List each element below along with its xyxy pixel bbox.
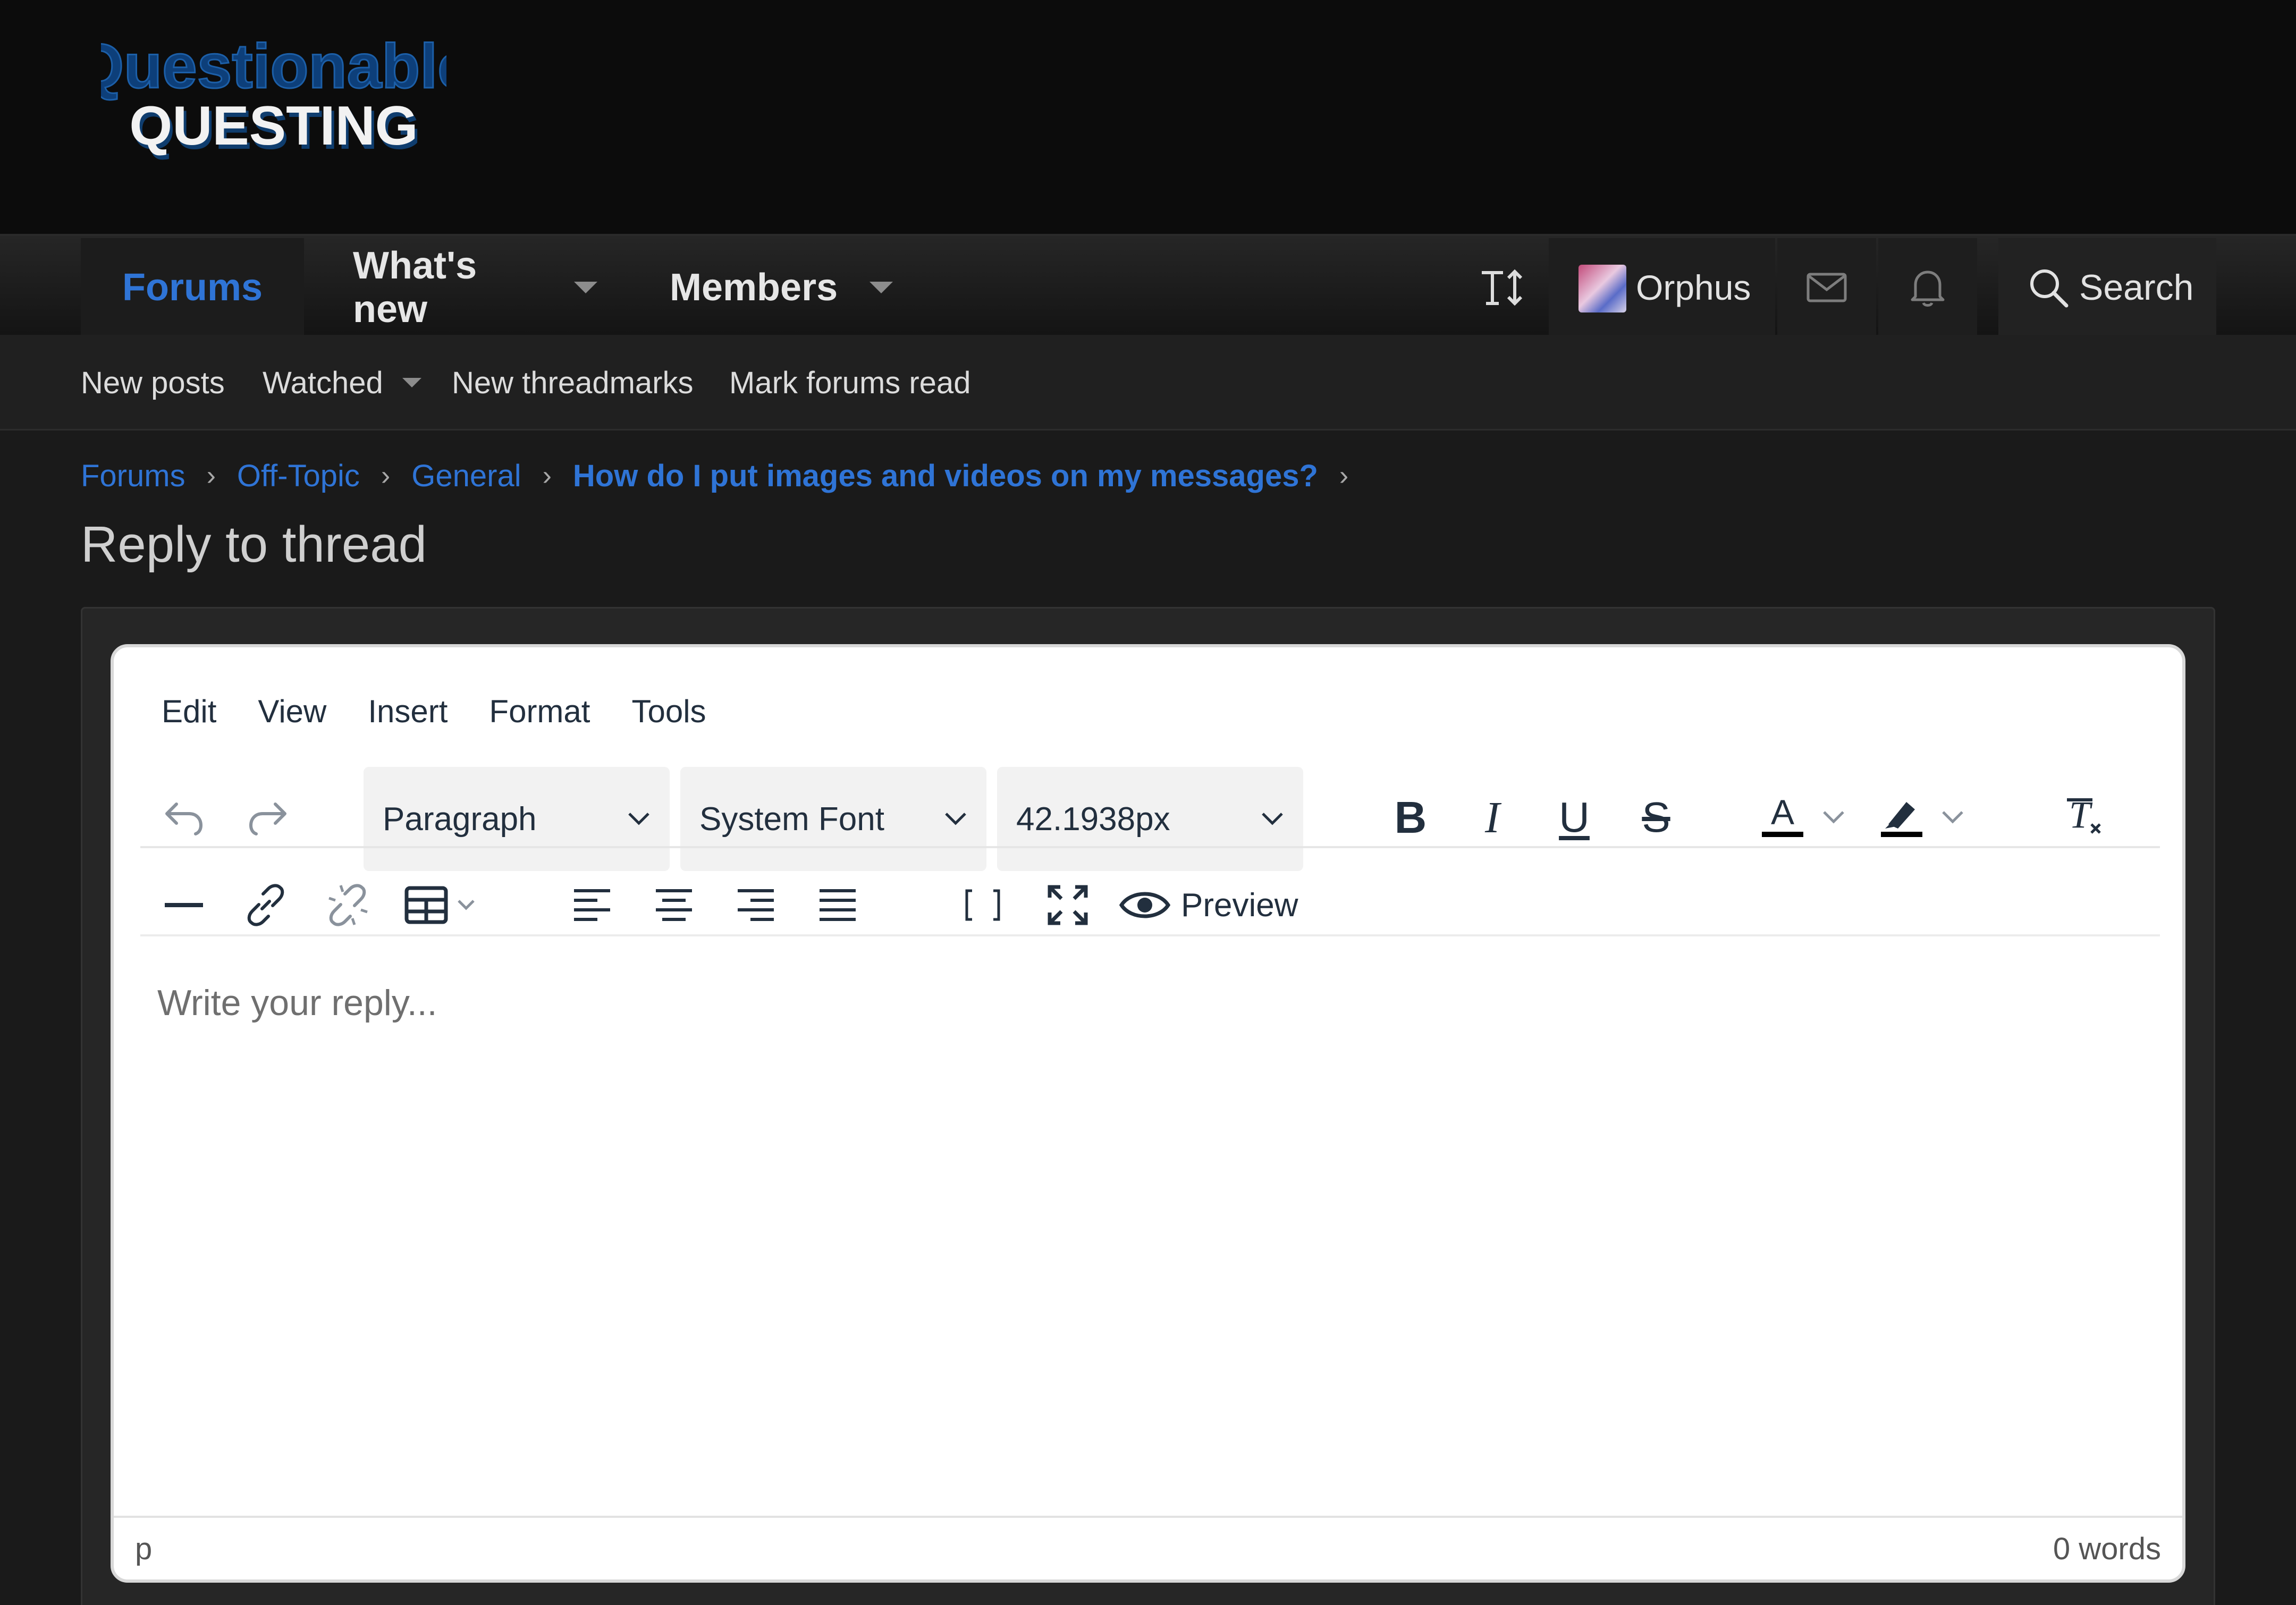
bell-icon bbox=[1878, 238, 1977, 337]
tab-forums-label: Forums bbox=[122, 266, 263, 309]
align-left-icon[interactable] bbox=[560, 865, 624, 945]
preview-label: Preview bbox=[1181, 886, 1298, 924]
menu-insert[interactable]: Insert bbox=[368, 693, 448, 730]
menu-tools[interactable]: Tools bbox=[631, 693, 706, 730]
redo-icon[interactable] bbox=[236, 780, 300, 855]
chevron-down-icon[interactable] bbox=[1818, 780, 1850, 855]
bbcode-toggle-icon[interactable] bbox=[948, 865, 1017, 945]
alerts-button[interactable] bbox=[1878, 238, 1977, 337]
subnav-watched[interactable]: Watched bbox=[263, 335, 421, 430]
font-family-value: System Font bbox=[699, 800, 884, 838]
tab-forums[interactable]: Forums bbox=[81, 238, 304, 337]
word-count[interactable]: 0 words bbox=[2053, 1531, 2161, 1567]
toolbar-divider bbox=[140, 846, 2160, 848]
search-icon bbox=[2028, 267, 2069, 308]
subnav-mark-forums-read[interactable]: Mark forums read bbox=[729, 335, 970, 430]
menu-view[interactable]: View bbox=[258, 693, 326, 730]
tab-members[interactable]: Members bbox=[670, 238, 893, 337]
clear-formatting-icon[interactable]: T bbox=[2048, 780, 2123, 855]
editor-statusbar: p 0 words bbox=[114, 1516, 2182, 1579]
page-title: Reply to thread bbox=[81, 516, 427, 573]
subnav-new-posts[interactable]: New posts bbox=[81, 335, 225, 430]
editor-placeholder: Write your reply... bbox=[157, 983, 437, 1023]
preview-button[interactable]: Preview bbox=[1118, 855, 1298, 956]
svg-text:A: A bbox=[1771, 793, 1794, 832]
sub-navigation: New posts Watched New threadmarks Mark f… bbox=[0, 335, 2296, 430]
chevron-down-icon bbox=[628, 813, 649, 825]
subnav-new-threadmarks[interactable]: New threadmarks bbox=[452, 335, 693, 430]
username-label: Orphus bbox=[1636, 268, 1751, 307]
chevron-down-icon[interactable] bbox=[402, 378, 421, 387]
italic-icon[interactable]: I bbox=[1461, 780, 1524, 855]
block-format-select[interactable]: Paragraph bbox=[364, 767, 670, 871]
chevron-down-icon[interactable] bbox=[1937, 780, 1969, 855]
unlink-icon[interactable] bbox=[316, 865, 379, 945]
bold-icon[interactable]: B bbox=[1379, 780, 1442, 855]
chevron-right-icon: › bbox=[381, 460, 391, 491]
font-family-select[interactable]: System Font bbox=[680, 767, 986, 871]
menu-format[interactable]: Format bbox=[489, 693, 590, 730]
horizontal-line-icon[interactable] bbox=[152, 865, 216, 945]
block-format-value: Paragraph bbox=[383, 800, 537, 838]
inbox-button[interactable] bbox=[1777, 238, 1876, 337]
table-icon[interactable] bbox=[395, 865, 491, 945]
align-right-icon[interactable] bbox=[724, 865, 788, 945]
eye-icon bbox=[1119, 892, 1171, 918]
tab-whats-new[interactable]: What's new bbox=[353, 238, 597, 337]
breadcrumb-off-topic[interactable]: Off-Topic bbox=[237, 458, 360, 494]
logo-text-line2: QUESTING bbox=[129, 95, 418, 157]
chevron-right-icon: › bbox=[542, 460, 552, 491]
chevron-down-icon[interactable] bbox=[574, 282, 597, 293]
element-path[interactable]: p bbox=[135, 1531, 152, 1567]
breadcrumb: Forums › Off-Topic › General › How do I … bbox=[81, 452, 1370, 500]
main-navigation: Forums What's new Members Orphus Search bbox=[0, 234, 2296, 337]
font-size-value: 42.1938px bbox=[1016, 800, 1170, 838]
editor-menubar: Edit View Insert Format Tools bbox=[162, 679, 748, 743]
breadcrumb-general[interactable]: General bbox=[411, 458, 521, 494]
text-size-icon[interactable] bbox=[1472, 238, 1531, 337]
text-color-icon[interactable]: A bbox=[1740, 780, 1825, 855]
underline-icon[interactable]: U bbox=[1542, 780, 1606, 855]
editor-body[interactable] bbox=[114, 945, 2182, 1519]
avatar bbox=[1578, 265, 1626, 312]
chevron-right-icon: › bbox=[1339, 460, 1349, 491]
chevron-right-icon: › bbox=[206, 460, 216, 491]
rich-text-editor: Edit View Insert Format Tools Paragraph … bbox=[111, 644, 2185, 1583]
chevron-down-icon bbox=[945, 813, 966, 825]
highlight-color-icon[interactable] bbox=[1859, 780, 1944, 855]
logo-text-line1: Questionable bbox=[101, 37, 446, 102]
search-button[interactable]: Search bbox=[1998, 238, 2216, 337]
mail-icon bbox=[1777, 238, 1876, 337]
undo-icon[interactable] bbox=[152, 780, 216, 855]
link-icon[interactable] bbox=[234, 865, 298, 945]
subnav-watched-label: Watched bbox=[263, 365, 383, 400]
tab-whats-new-label: What's new bbox=[353, 244, 477, 331]
breadcrumb-thread[interactable]: How do I put images and videos on my mes… bbox=[573, 458, 1318, 494]
align-center-icon[interactable] bbox=[642, 865, 706, 945]
tab-members-label: Members bbox=[670, 266, 838, 309]
toolbar-divider bbox=[140, 934, 2160, 936]
strikethrough-icon[interactable]: S bbox=[1624, 780, 1688, 855]
menu-edit[interactable]: Edit bbox=[162, 693, 216, 730]
user-account-menu[interactable]: Orphus bbox=[1549, 238, 1775, 337]
breadcrumb-forums[interactable]: Forums bbox=[81, 458, 185, 494]
chevron-down-icon[interactable] bbox=[870, 282, 893, 293]
fullscreen-icon[interactable] bbox=[1033, 865, 1102, 945]
search-label: Search bbox=[2079, 267, 2194, 308]
site-logo[interactable]: Questionable QUESTING QUESTING bbox=[101, 37, 446, 165]
chevron-down-icon bbox=[1262, 813, 1283, 825]
align-justify-icon[interactable] bbox=[806, 865, 870, 945]
site-header: Questionable QUESTING QUESTING bbox=[0, 0, 2296, 234]
